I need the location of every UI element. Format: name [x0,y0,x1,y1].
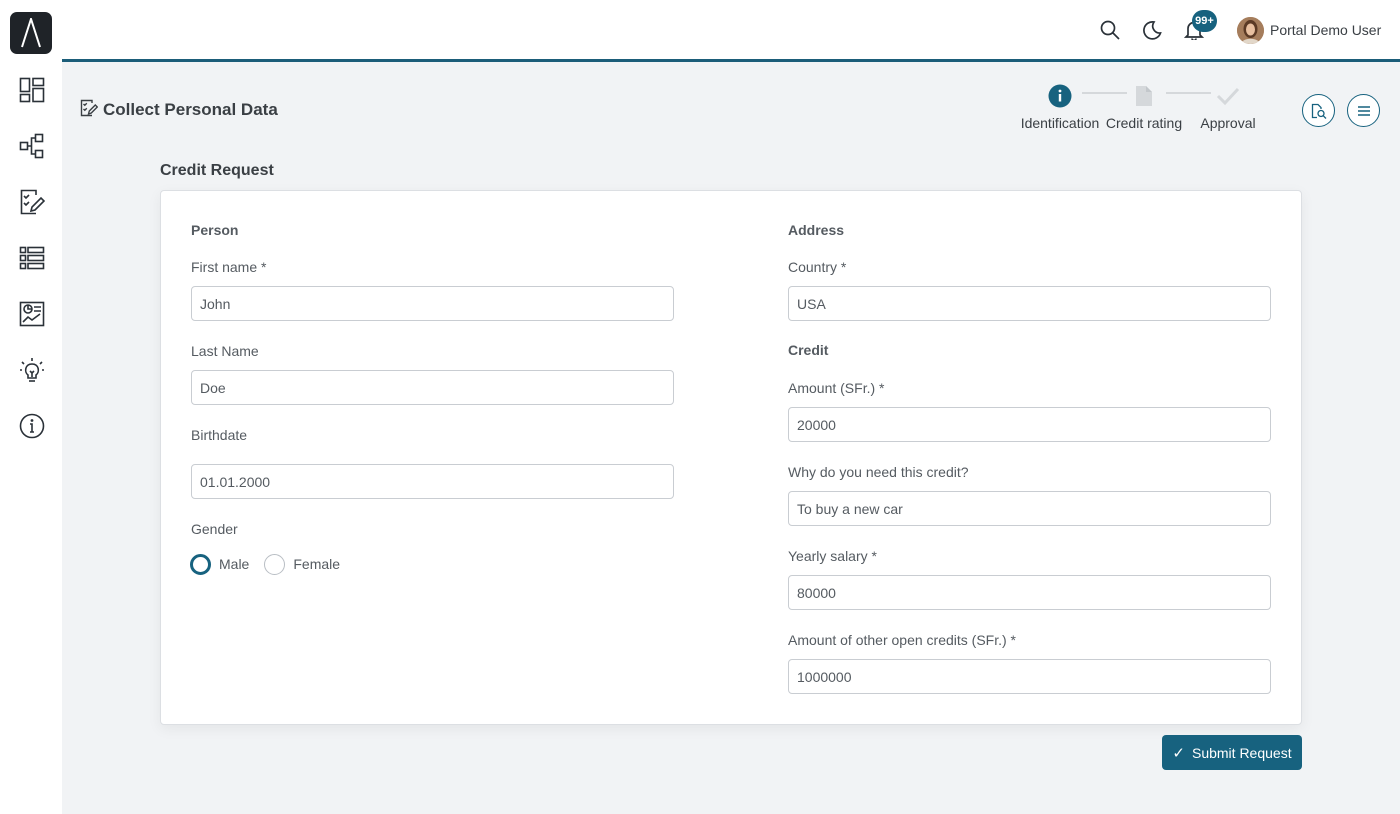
edit-form-icon [80,99,99,122]
notification-count-badge[interactable]: 99+ [1192,10,1217,32]
form-section-title: Credit Request [160,162,274,179]
credit-reason-label: Why do you need this credit? [788,464,969,480]
last-name-label: Last Name [191,343,259,359]
first-name-label: First name * [191,259,267,275]
person-group-title: Person [191,222,239,238]
checkmark-icon: ✓ [1172,744,1185,762]
process-stepper: Identification Credit rating Approval [1015,84,1266,131]
document-step-icon [1132,84,1156,108]
user-menu[interactable]: Portal Demo User [1237,16,1381,44]
amount-input[interactable] [788,407,1271,442]
search-document-icon [1311,103,1326,119]
step-credit-rating: Credit rating [1099,84,1189,131]
other-credits-input[interactable] [788,659,1271,694]
cases-icon[interactable] [18,244,46,272]
gender-label: Gender [191,521,238,537]
step-label: Identification [1020,115,1100,131]
check-step-icon [1216,84,1240,108]
tasks-icon[interactable] [18,188,46,216]
last-name-input[interactable] [191,370,674,405]
gender-male-label[interactable]: Male [219,556,249,572]
country-input[interactable] [788,286,1271,321]
info-icon[interactable] [18,412,46,440]
step-approval: Approval [1183,84,1273,131]
gender-female-radio[interactable] [264,553,286,575]
submit-button-label: Submit Request [1191,744,1292,761]
dark-mode-moon-icon[interactable] [1141,19,1163,41]
task-actions-menu-button[interactable] [1347,94,1380,127]
sidebar [0,0,62,814]
address-group-title: Address [788,222,845,238]
yearly-salary-input[interactable] [788,575,1271,610]
birthdate-label: Birthdate [191,427,248,443]
credit-request-form [160,190,1302,725]
step-identification: Identification [1015,84,1105,131]
birthdate-input[interactable] [191,464,674,499]
hamburger-menu-icon [1357,105,1370,116]
statistics-icon[interactable] [18,300,46,328]
gender-male-radio[interactable] [190,553,211,575]
user-name: Portal Demo User [1270,22,1382,38]
case-details-button[interactable] [1302,94,1335,127]
credit-reason-input[interactable] [788,491,1271,526]
lightbulb-icon[interactable] [18,356,46,384]
country-label: Country * [788,259,847,275]
other-credits-label: Amount of other open credits (SFr.) * [788,632,1016,648]
submit-request-button[interactable]: ✓ Submit Request [1162,735,1302,770]
page-title: Collect Personal Data [103,100,278,119]
first-name-input[interactable] [191,286,674,321]
avatar [1237,16,1264,44]
step-label: Approval [1200,115,1256,131]
axon-ivy-logo[interactable] [10,12,52,54]
credit-group-title: Credit [788,342,829,358]
info-step-icon [1048,84,1072,108]
gender-female-label[interactable]: Female [293,556,340,572]
search-icon[interactable] [1099,19,1121,41]
yearly-salary-label: Yearly salary * [788,548,877,564]
top-bar-accent-line [62,59,1400,62]
amount-label: Amount (SFr.) * [788,380,885,396]
step-label: Credit rating [1105,115,1183,131]
dashboard-icon[interactable] [18,76,46,104]
process-icon[interactable] [18,132,46,160]
page-header: Collect Personal Data [80,99,278,121]
gender-radio-group: Male Female [190,553,355,575]
